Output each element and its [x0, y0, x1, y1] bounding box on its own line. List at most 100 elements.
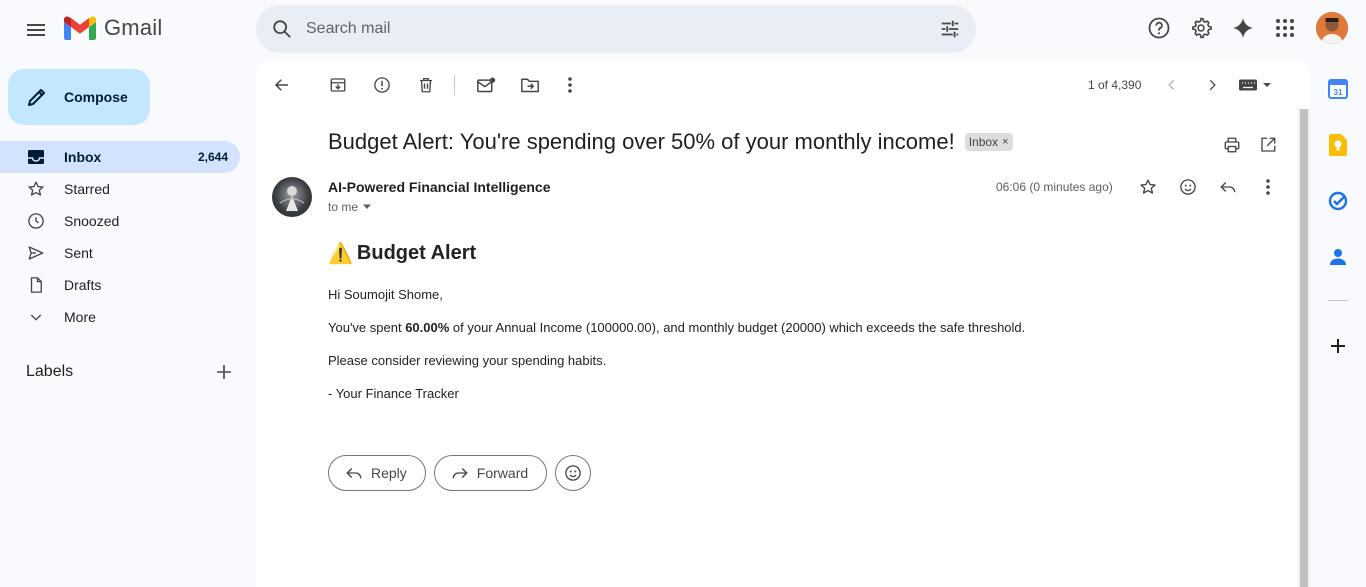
recipient-details[interactable]: to me — [328, 200, 372, 214]
sender-avatar[interactable] — [272, 177, 312, 217]
message-actions — [1128, 173, 1288, 201]
sidebar-item-label: Drafts — [64, 277, 102, 293]
sidebar-item-label: Starred — [64, 181, 110, 197]
gemini-icon[interactable] — [1222, 6, 1264, 50]
prev-icon[interactable] — [1152, 65, 1192, 105]
settings-icon[interactable] — [1180, 6, 1222, 50]
email-timestamp: 06:06 (0 minutes ago) — [996, 180, 1113, 194]
side-panel-divider — [1328, 300, 1348, 301]
calendar-day: 31 — [1334, 88, 1343, 97]
alert-heading-text: Budget Alert — [356, 242, 477, 264]
forward-button[interactable]: Forward — [433, 455, 548, 491]
reply-actions: Reply Forward — [328, 455, 592, 491]
reply-label: Reply — [371, 465, 407, 481]
pencil-icon — [28, 89, 45, 106]
sidebar-item-label: Inbox — [64, 149, 102, 165]
add-label-icon[interactable] — [212, 360, 236, 384]
labels-heading: Labels — [26, 363, 74, 380]
top-header: Gmail — [0, 0, 1366, 58]
sender-name[interactable]: AI-Powered Financial Intelligence — [328, 179, 551, 195]
gmail-m-icon — [64, 16, 96, 40]
tasks-icon[interactable] — [1324, 187, 1352, 215]
delete-icon[interactable] — [406, 65, 446, 105]
spend-percentage: 60.00% — [405, 320, 450, 335]
scrollbar-thumb[interactable] — [1300, 109, 1308, 587]
add-addon-icon[interactable] — [1324, 332, 1352, 360]
sidebar-item-more[interactable]: More — [0, 301, 240, 333]
signature: - Your Finance Tracker — [328, 386, 459, 401]
side-panel: 31 — [1310, 58, 1366, 587]
warning-icon: ⚠️ — [328, 243, 353, 265]
print-icon[interactable] — [1218, 131, 1246, 159]
sidebar-item-label: Snoozed — [64, 213, 120, 229]
inbox-label-chip[interactable]: Inbox × — [964, 133, 1013, 151]
subject-row: Budget Alert: You're spending over 50% o… — [328, 129, 1013, 155]
sidebar-nav: Inbox 2,644 Starred Snoozed Sent Drafts … — [0, 141, 256, 333]
compose-label: Compose — [64, 89, 128, 105]
send-icon — [26, 243, 46, 263]
inbox-icon — [26, 147, 46, 167]
caret-down-icon — [363, 204, 372, 209]
app-name: Gmail — [104, 15, 163, 40]
sidebar-item-inbox[interactable]: Inbox 2,644 — [0, 141, 240, 173]
contacts-icon[interactable] — [1324, 243, 1352, 271]
star-icon[interactable] — [1128, 173, 1168, 201]
chevron-down-icon — [26, 307, 46, 327]
reply-icon[interactable] — [1208, 173, 1248, 201]
move-to-icon[interactable] — [510, 65, 550, 105]
reply-button[interactable]: Reply — [328, 455, 426, 491]
sidebar-item-label: More — [64, 309, 96, 325]
advice-line: Please consider reviewing your spending … — [328, 353, 607, 368]
sidebar-item-starred[interactable]: Starred — [0, 173, 240, 205]
spend-summary: You've spent 60.00% of your Annual Incom… — [328, 321, 1228, 334]
remove-label-icon[interactable]: × — [1002, 136, 1008, 148]
apps-icon[interactable] — [1264, 6, 1306, 50]
menu-icon[interactable] — [14, 8, 58, 52]
forward-icon — [452, 468, 468, 479]
filter-icon[interactable] — [938, 17, 962, 41]
archive-icon[interactable] — [318, 65, 358, 105]
toolbar-divider — [454, 75, 455, 95]
clock-icon — [26, 211, 46, 231]
header-actions — [1138, 6, 1366, 50]
reply-icon — [346, 468, 362, 479]
search-icon[interactable] — [258, 5, 306, 53]
report-spam-icon[interactable] — [362, 65, 402, 105]
scrollbar[interactable] — [1298, 109, 1310, 587]
avatar[interactable] — [1316, 12, 1348, 44]
alert-heading: ⚠️ Budget Alert — [328, 241, 1228, 266]
help-icon[interactable] — [1138, 6, 1180, 50]
emoji-reaction-button[interactable] — [555, 455, 592, 491]
chip-label: Inbox — [968, 135, 999, 149]
star-icon — [26, 179, 46, 199]
greeting: Hi Soumojit Shome, — [328, 287, 443, 302]
sidebar-item-snoozed[interactable]: Snoozed — [0, 205, 240, 237]
inbox-count: 2,644 — [197, 150, 228, 164]
labels-section: Labels — [26, 360, 236, 384]
emoji-reaction-icon[interactable] — [1168, 173, 1208, 201]
search-bar[interactable] — [256, 5, 976, 53]
email-body: ⚠️ Budget Alert Hi Soumojit Shome, You'v… — [328, 237, 1228, 420]
calendar-icon[interactable]: 31 — [1324, 75, 1352, 103]
message-view: 1 of 4,390 Budget Alert: You're spending… — [256, 61, 1310, 587]
sidebar-item-sent[interactable]: Sent — [0, 237, 240, 269]
more-vert-icon[interactable] — [550, 65, 590, 105]
spend-text-pre: You've spent — [328, 320, 406, 335]
more-vert-icon[interactable] — [1248, 173, 1288, 201]
gmail-logo[interactable]: Gmail — [64, 15, 162, 41]
search-input[interactable] — [306, 20, 906, 38]
open-new-window-icon[interactable] — [1254, 131, 1282, 159]
spend-text-post: of your Annual Income (100000.00), and m… — [449, 320, 1026, 335]
recipient-label: to me — [328, 200, 359, 214]
back-arrow-icon[interactable] — [262, 65, 302, 105]
sidebar-item-label: Sent — [64, 245, 93, 261]
keyboard-icon[interactable] — [1234, 65, 1278, 105]
compose-button[interactable]: Compose — [8, 69, 150, 125]
forward-label: Forward — [476, 465, 529, 481]
mark-unread-icon[interactable] — [466, 65, 506, 105]
keep-icon[interactable] — [1324, 131, 1352, 159]
next-icon[interactable] — [1192, 65, 1232, 105]
draft-icon — [26, 275, 46, 295]
sidebar-item-drafts[interactable]: Drafts — [0, 269, 240, 301]
emoji-icon — [565, 465, 581, 481]
